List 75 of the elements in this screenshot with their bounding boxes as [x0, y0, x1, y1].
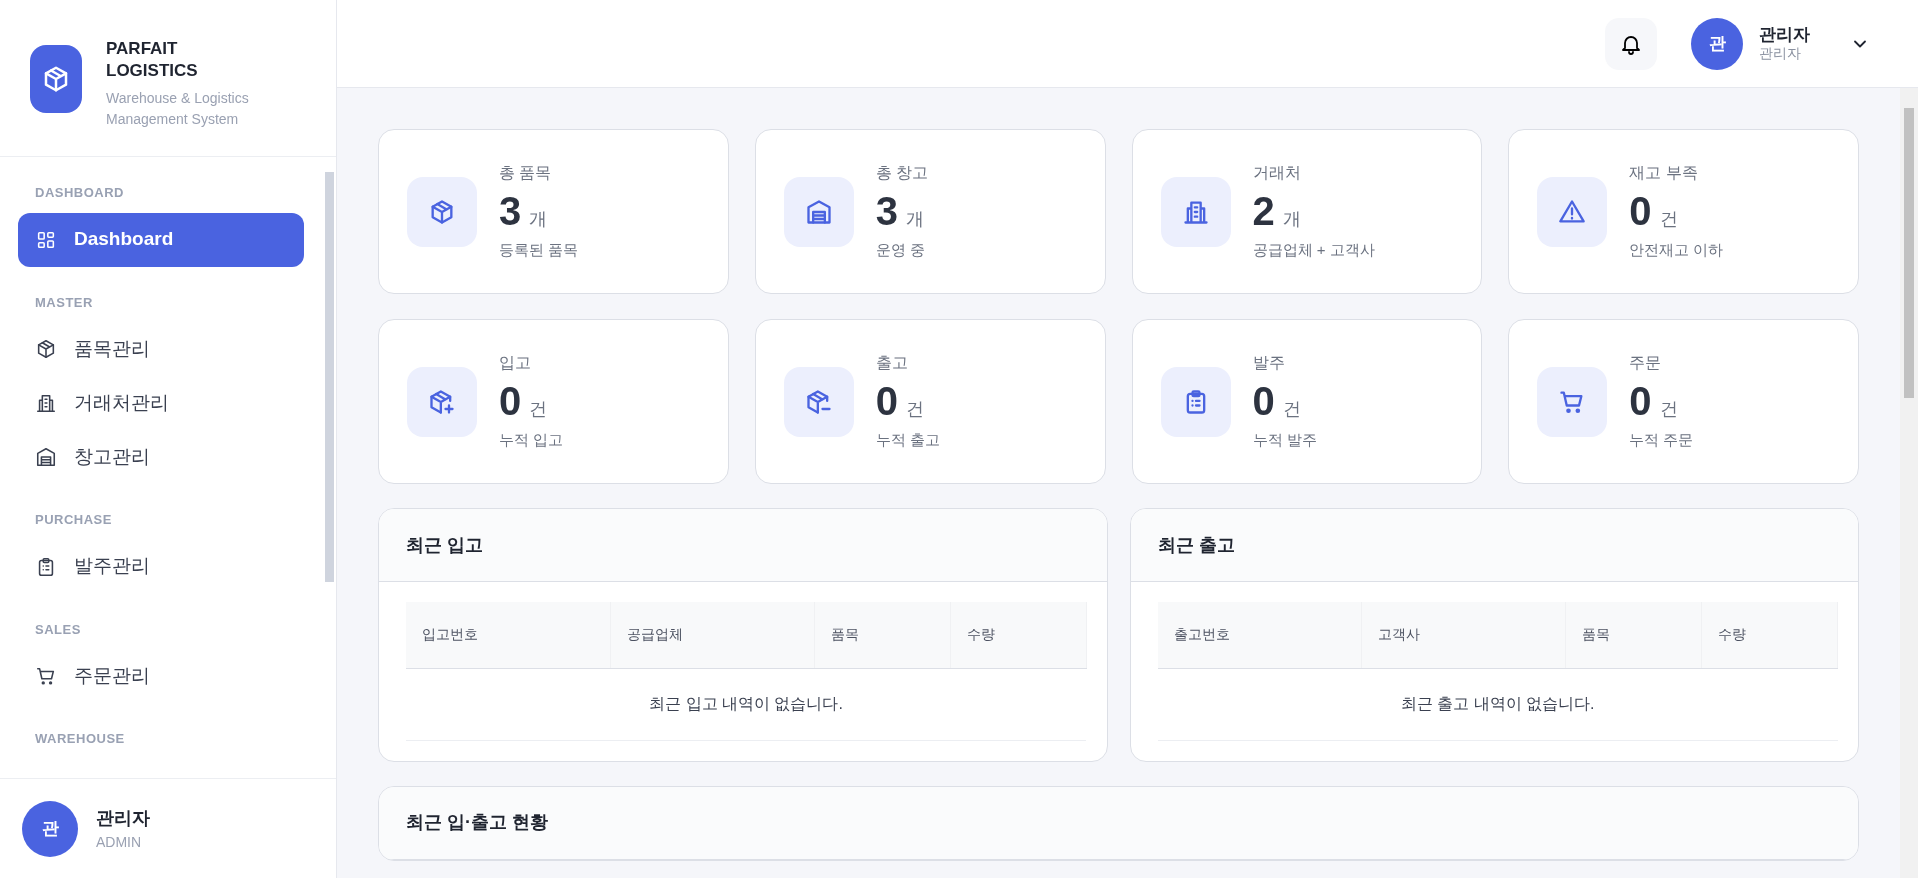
column-header: 입고번호 — [406, 602, 610, 668]
notification-button[interactable] — [1605, 17, 1657, 70]
stat-unit: 건 — [1659, 208, 1678, 232]
column-header: 수량 — [950, 602, 1086, 668]
stat-value: 0 — [875, 379, 898, 424]
user-role: 관리자 — [1759, 45, 1802, 63]
sidebar-item[interactable]: 창고관리 — [18, 430, 304, 484]
cube-plus-icon — [428, 387, 456, 416]
stat-value: 0 — [1629, 189, 1652, 234]
warehouse-icon — [804, 197, 833, 226]
stat-unit: 개 — [906, 208, 924, 232]
stat-title: 재고 부족 — [1629, 163, 1699, 184]
stat-title: 주문 — [1629, 353, 1663, 374]
panel-title: 최근 입·출고 현황 — [379, 786, 1858, 860]
stat-caption: 공급업체 + 고객사 — [1252, 240, 1375, 261]
cube-icon — [35, 338, 57, 360]
stat-title: 출고 — [875, 353, 909, 374]
stat-caption: 등록된 품목 — [499, 240, 579, 261]
stat-unit: 개 — [1282, 208, 1301, 232]
column-header: 고객사 — [1361, 602, 1566, 668]
panel-title: 최근 입고 — [379, 509, 1107, 582]
sidebar-item[interactable]: 거래처관리 — [18, 376, 304, 430]
section-label: DASHBOARD — [34, 184, 125, 202]
brand-subtitle: Warehouse & Logistics Management System — [106, 89, 250, 129]
stat-unit: 건 — [1282, 398, 1301, 422]
stat-value: 0 — [1629, 379, 1652, 424]
user-name: 관리자 — [1759, 24, 1810, 46]
column-header: 수량 — [1701, 602, 1838, 668]
user-avatar: 관 — [1691, 17, 1743, 70]
stat-value: 3 — [875, 189, 898, 234]
stat-title: 거래처 — [1252, 163, 1302, 184]
warehouse-icon — [35, 446, 57, 468]
scrollbar[interactable] — [1900, 88, 1918, 878]
warning-icon — [1558, 197, 1587, 226]
sidebar-item[interactable]: 주문관리 — [18, 649, 304, 703]
stat-caption: 누적 주문 — [1629, 430, 1694, 451]
stat-title: 총 창고 — [875, 163, 929, 184]
stat-unit: 건 — [1659, 398, 1678, 422]
stat-value: 0 — [499, 379, 522, 424]
building-icon — [35, 392, 57, 414]
column-header: 품목 — [1565, 602, 1702, 668]
stat-value: 0 — [1252, 379, 1275, 424]
stat-unit: 개 — [529, 208, 548, 232]
sidebar-item[interactable]: 발주관리 — [18, 539, 304, 594]
stat-value: 2 — [1252, 189, 1275, 234]
user-name: 관리자 — [96, 806, 150, 830]
section-label: PURCHASE — [34, 511, 113, 529]
stat-title: 발주 — [1252, 353, 1286, 374]
sidebar-scrollbar[interactable] — [325, 172, 334, 582]
stat-title: 입고 — [499, 353, 532, 374]
stat-unit: 건 — [906, 398, 924, 422]
stat-unit: 건 — [529, 398, 548, 422]
stat-title: 총 품목 — [499, 163, 553, 184]
cart-icon — [35, 665, 57, 687]
empty-message: 최근 출고 내역이 없습니다. — [1157, 668, 1838, 740]
panel-title: 최근 출고 — [1130, 509, 1858, 582]
stat-caption: 누적 출고 — [875, 430, 940, 451]
sidebar-item[interactable]: 품목관리 — [18, 322, 304, 376]
user-role: ADMIN — [96, 832, 143, 852]
empty-message: 최근 입고 내역이 없습니다. — [406, 668, 1086, 740]
stat-value: 3 — [499, 189, 522, 234]
stat-caption: 누적 발주 — [1252, 430, 1317, 451]
brand-title: PARFAIT LOGISTICS — [106, 38, 199, 82]
sidebar-item[interactable]: Dashboard — [18, 212, 304, 267]
stat-caption: 운영 중 — [875, 240, 926, 261]
section-label: MASTER — [34, 293, 94, 312]
column-header: 출고번호 — [1157, 602, 1362, 668]
cube-minus-icon — [804, 387, 833, 416]
section-label: SALES — [34, 620, 82, 639]
stat-caption: 누적 입고 — [499, 430, 564, 451]
user-avatar: 관 — [22, 800, 78, 857]
column-header: 품목 — [814, 602, 950, 668]
stat-caption: 안전재고 이하 — [1629, 240, 1724, 261]
section-label: WAREHOUSE — [34, 730, 126, 748]
column-header: 공급업체 — [610, 602, 814, 668]
